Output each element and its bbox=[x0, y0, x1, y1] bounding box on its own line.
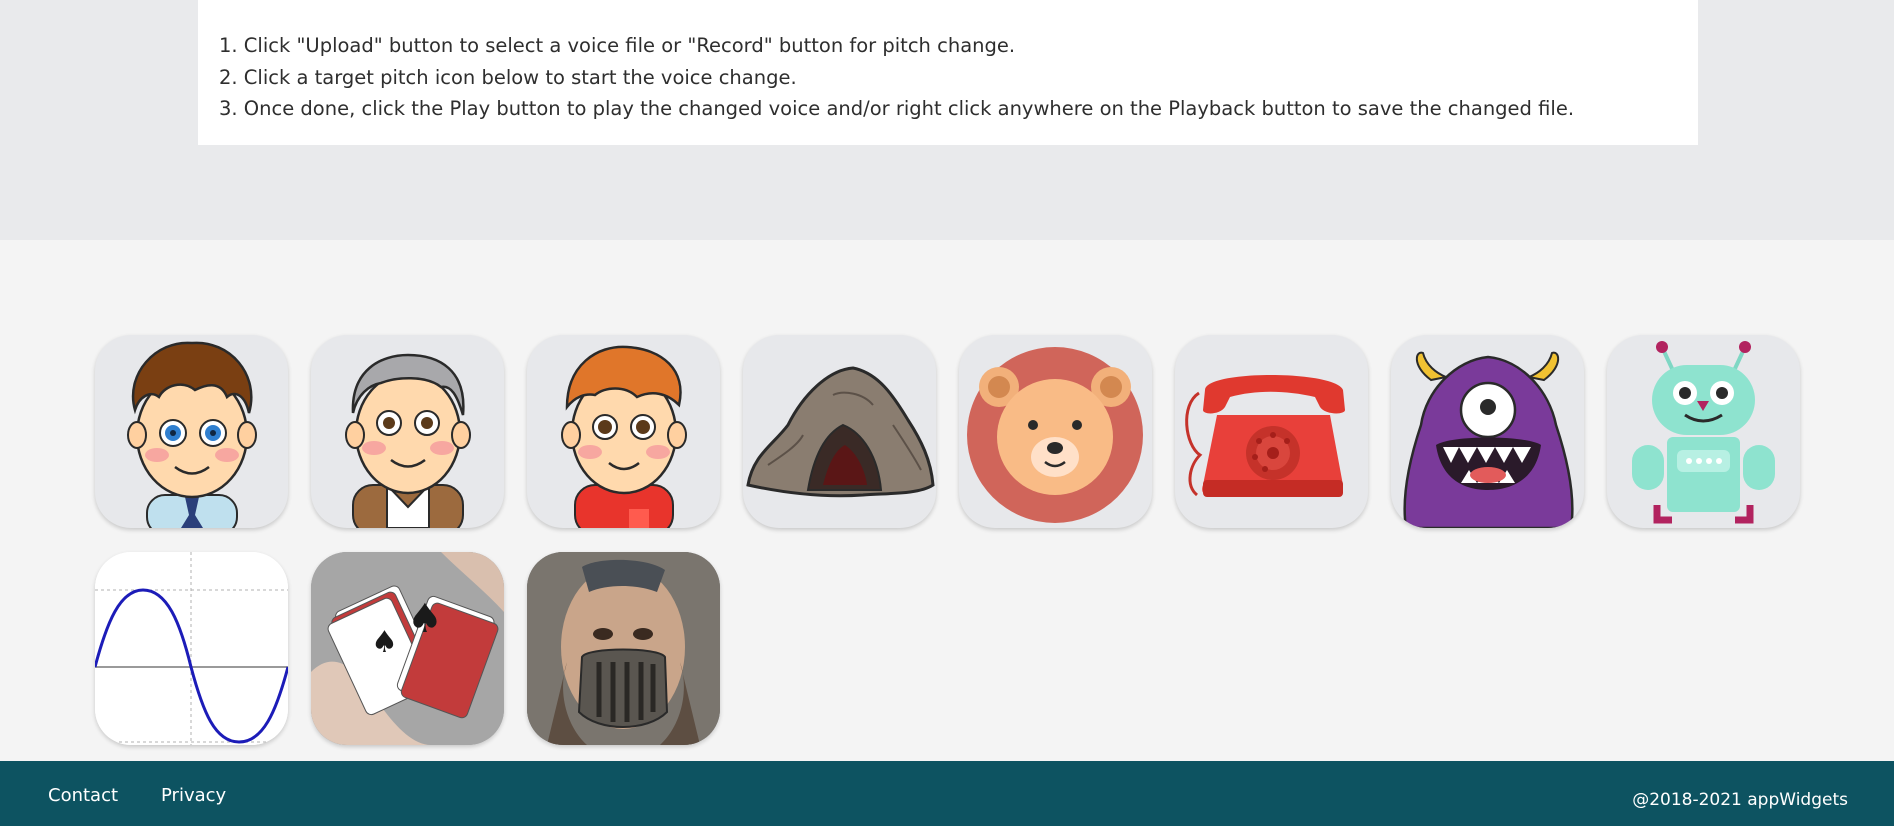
pitch-button-robot[interactable] bbox=[1607, 335, 1800, 528]
cards-shuffle-icon: ♠ ♠ bbox=[311, 552, 504, 745]
robot-icon bbox=[1632, 341, 1775, 524]
telephone-icon bbox=[1185, 375, 1345, 497]
pitch-button-old-man[interactable] bbox=[311, 335, 504, 528]
pitch-button-boy[interactable] bbox=[527, 335, 720, 528]
footer-contact-link[interactable]: Contact bbox=[48, 785, 118, 806]
bear-icon bbox=[967, 347, 1143, 523]
sine-wave-icon bbox=[95, 552, 288, 745]
instruction-item: 2. Click a target pitch icon below to st… bbox=[219, 65, 797, 89]
footer-copyright: @2018-2021 appWidgets bbox=[1632, 790, 1848, 810]
pitch-button-bear[interactable] bbox=[959, 335, 1152, 528]
pitch-button-monster[interactable] bbox=[1391, 335, 1584, 528]
cave-icon bbox=[746, 366, 935, 498]
instructions-list: 1. Click "Upload" button to select a voi… bbox=[219, 30, 1698, 125]
pitch-button-cards-shuffle[interactable]: ♠ ♠ bbox=[311, 552, 504, 745]
svg-text:♠: ♠ bbox=[371, 625, 398, 660]
pitch-button-cave[interactable] bbox=[743, 335, 936, 528]
monster-icon bbox=[1403, 351, 1574, 528]
old-man-icon bbox=[345, 353, 471, 528]
instruction-item: 1. Click "Upload" button to select a voi… bbox=[219, 34, 1016, 57]
pitch-button-sine-wave[interactable] bbox=[95, 552, 288, 745]
pitch-button-curly-hair-man[interactable] bbox=[95, 335, 288, 528]
curly-hair-man-icon bbox=[127, 341, 257, 528]
footer-privacy-link[interactable]: Privacy bbox=[161, 785, 226, 806]
instructions-panel: 1. Click "Upload" button to select a voi… bbox=[198, 0, 1698, 145]
boy-icon bbox=[561, 345, 687, 528]
masked-man-icon bbox=[527, 552, 720, 745]
svg-text:♠: ♠ bbox=[407, 596, 443, 642]
pitch-button-telephone[interactable] bbox=[1175, 335, 1368, 528]
pitch-button-masked-man[interactable] bbox=[527, 552, 720, 745]
instruction-item: 3. Once done, click the Play button to p… bbox=[219, 97, 1575, 120]
footer: Contact Privacy @2018-2021 appWidgets bbox=[0, 761, 1894, 826]
